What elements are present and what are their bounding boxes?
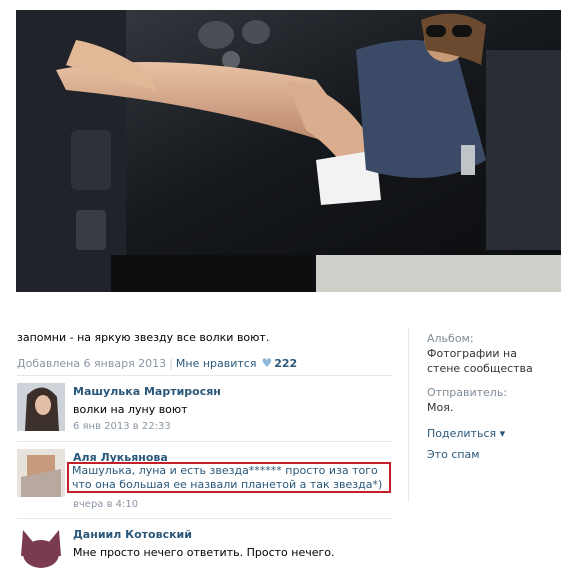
caret-down-icon: ▾ <box>499 427 506 440</box>
comment-text: волки на луну воют <box>73 403 188 416</box>
like-button[interactable]: Мне нравится <box>176 357 257 370</box>
sidebar-divider <box>408 327 409 502</box>
post-photo[interactable] <box>16 10 561 292</box>
avatar[interactable] <box>17 449 65 497</box>
share-link[interactable]: Поделиться ▾ <box>427 426 505 441</box>
car-photo-illustration <box>16 10 561 292</box>
comment-item: Аля Лукьянова Машулька, луна и есть звез… <box>17 449 392 510</box>
comment-author[interactable]: Машулька Мартиросян <box>73 385 221 398</box>
heart-icon[interactable]: ♥ <box>261 356 272 370</box>
post-date: Добавлена 6 января 2013 <box>17 357 167 370</box>
post-meta: Добавлена 6 января 2013 | Мне нравится ♥ 222 <box>17 356 297 370</box>
comment-divider <box>17 441 392 442</box>
sender-label: Отправитель: <box>427 386 508 399</box>
comment-divider <box>17 518 392 519</box>
like-count[interactable]: 222 <box>274 357 297 370</box>
avatar-image <box>17 383 65 431</box>
post-caption: запомни - на яркую звезду все волки воют… <box>17 331 270 344</box>
comment-author[interactable]: Даниил Котовский <box>73 528 192 541</box>
comment-item: Машулька Мартиросян волки на луну воют 6… <box>17 383 392 433</box>
avatar-image <box>17 449 65 497</box>
comment-item: Даниил Котовский Мне просто нечего ответ… <box>17 526 392 574</box>
sender-value[interactable]: Моя. <box>427 400 453 415</box>
album-value[interactable]: Фотографии на стене сообщества <box>427 346 547 376</box>
comment-date[interactable]: 6 янв 2013 в 22:33 <box>73 421 171 432</box>
avatar[interactable] <box>17 383 65 431</box>
comment-divider <box>17 375 392 376</box>
comment-text: Машулька, луна и есть звезда****** прост… <box>72 464 383 491</box>
album-label: Альбом: <box>427 332 474 345</box>
meta-separator: | <box>169 357 173 370</box>
comment-text: Мне просто нечего ответить. Просто нечег… <box>73 546 335 559</box>
avatar-image <box>17 526 65 574</box>
comment-date[interactable]: вчера в 4:10 <box>73 499 138 510</box>
avatar[interactable] <box>17 526 65 574</box>
spam-link[interactable]: Это спам <box>427 447 480 462</box>
